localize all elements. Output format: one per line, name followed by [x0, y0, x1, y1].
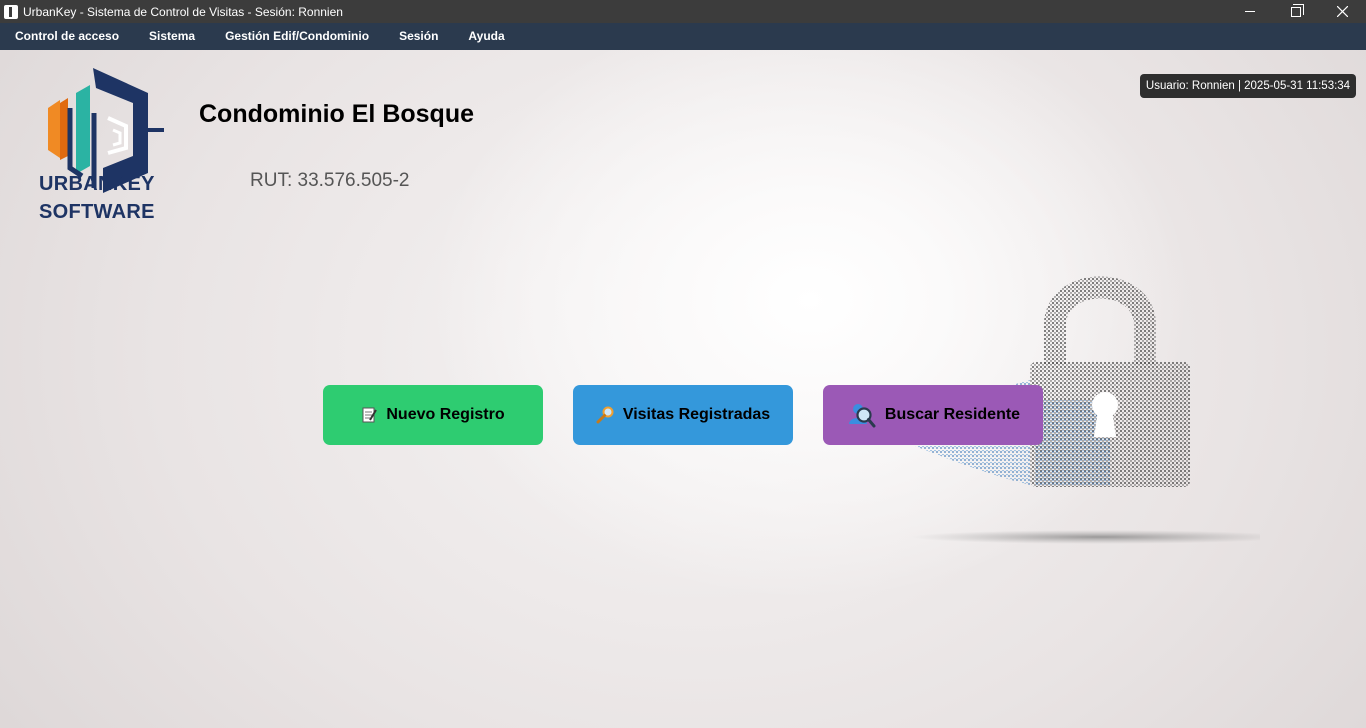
nuevo-registro-label: Nuevo Registro [386, 406, 505, 423]
menu-gestion-edif-condominio[interactable]: Gestión Edif/Condominio [210, 23, 384, 50]
buscar-residente-button[interactable]: Buscar Residente [823, 385, 1043, 445]
close-icon [1336, 6, 1348, 17]
user-session-badge: Usuario: Ronnien | 2025-05-31 11:53:34 [1140, 74, 1356, 98]
app-icon [4, 4, 18, 19]
menu-sistema[interactable]: Sistema [134, 23, 210, 50]
urbankey-logo [48, 68, 164, 193]
app-window: UrbanKey - Sistema de Control de Visitas… [0, 0, 1366, 728]
search-user-icon [846, 400, 876, 430]
menu-control-de-acceso[interactable]: Control de acceso [0, 23, 134, 50]
minimize-icon [1245, 11, 1255, 12]
visitas-registradas-label: Visitas Registradas [622, 406, 771, 423]
logo-text-urbankey: URBANKEY [39, 173, 155, 195]
memo-icon [361, 407, 378, 423]
condominio-rut: RUT: 33.576.505-2 [250, 170, 410, 191]
menu-sesion[interactable]: Sesión [384, 23, 453, 50]
magnifier-icon [596, 406, 614, 424]
logo-text-software: SOFTWARE [39, 201, 155, 223]
close-button[interactable] [1319, 0, 1365, 23]
nuevo-registro-button[interactable]: Nuevo Registro [323, 385, 543, 445]
title-bar[interactable]: UrbanKey - Sistema de Control de Visitas… [0, 0, 1366, 23]
menu-bar: Control de acceso Sistema Gestión Edif/C… [0, 23, 1366, 50]
restore-icon [1291, 3, 1304, 17]
menu-ayuda[interactable]: Ayuda [453, 23, 519, 50]
window-title: UrbanKey - Sistema de Control de Visitas… [23, 4, 343, 19]
restore-button[interactable] [1273, 0, 1319, 23]
main-content: URBANKEY SOFTWARE Condominio El Bosque R… [0, 50, 1366, 728]
condominio-name: Condominio El Bosque [199, 100, 474, 128]
buscar-residente-label: Buscar Residente [884, 406, 1021, 423]
visitas-registradas-button[interactable]: Visitas Registradas [573, 385, 793, 445]
minimize-button[interactable] [1227, 0, 1273, 23]
